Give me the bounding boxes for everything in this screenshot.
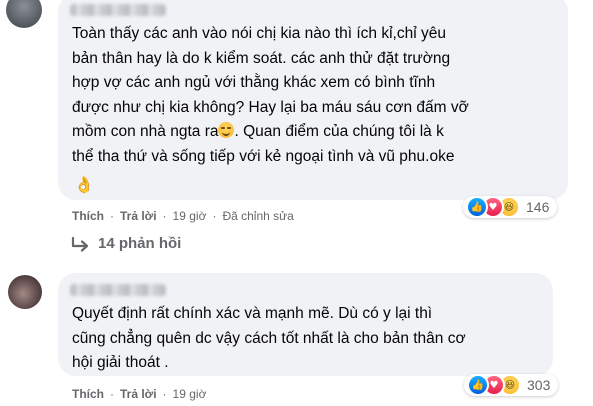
- comment-text: Quyết định rất chính xác và mạnh mẽ. Dù …: [72, 305, 466, 372]
- separator-dot: ·: [212, 209, 217, 223]
- separator-dot: ·: [110, 387, 114, 401]
- smirk-emoji-icon: [218, 122, 235, 139]
- reaction-count: 303: [527, 377, 551, 393]
- reaction-summary[interactable]: 👍 ♥ 😆 303: [464, 374, 559, 396]
- comment-actions: Thích · Trả lời · 19 giờ: [72, 387, 206, 401]
- separator-dot: ·: [162, 209, 167, 223]
- reaction-summary[interactable]: 👍 ♥ 😆 146: [463, 196, 558, 218]
- separator-dot: ·: [110, 209, 114, 223]
- commenter-name-blurred[interactable]: [70, 284, 166, 296]
- reply-link[interactable]: Trả lời: [120, 209, 157, 223]
- view-replies-link[interactable]: 14 phản hồi: [70, 235, 181, 252]
- commenter-avatar[interactable]: [6, 0, 42, 28]
- separator-dot: ·: [162, 387, 167, 401]
- reply-arrow-icon: [71, 236, 89, 252]
- like-icon: 👍: [466, 196, 488, 218]
- reaction-count: 146: [526, 199, 550, 215]
- comment-actions: Thích · Trả lời · 19 giờ · Đã chỉnh sửa: [72, 209, 294, 223]
- like-link[interactable]: Thích: [72, 387, 104, 401]
- commenter-name-blurred[interactable]: [70, 4, 166, 16]
- comment-time[interactable]: 19 giờ: [173, 209, 207, 223]
- like-link[interactable]: Thích: [72, 209, 104, 223]
- commenter-avatar[interactable]: [8, 275, 42, 309]
- like-icon: 👍: [467, 374, 489, 396]
- comment-time[interactable]: 19 giờ: [173, 387, 207, 401]
- comment-text: Toàn thấy các anh vào nói chị kia nào th…: [72, 22, 562, 170]
- edited-label[interactable]: Đã chỉnh sửa: [222, 209, 293, 223]
- reply-link[interactable]: Trả lời: [120, 387, 157, 401]
- replies-count-label: 14 phản hồi: [98, 235, 182, 252]
- ok-hand-icon: 👌: [74, 177, 94, 194]
